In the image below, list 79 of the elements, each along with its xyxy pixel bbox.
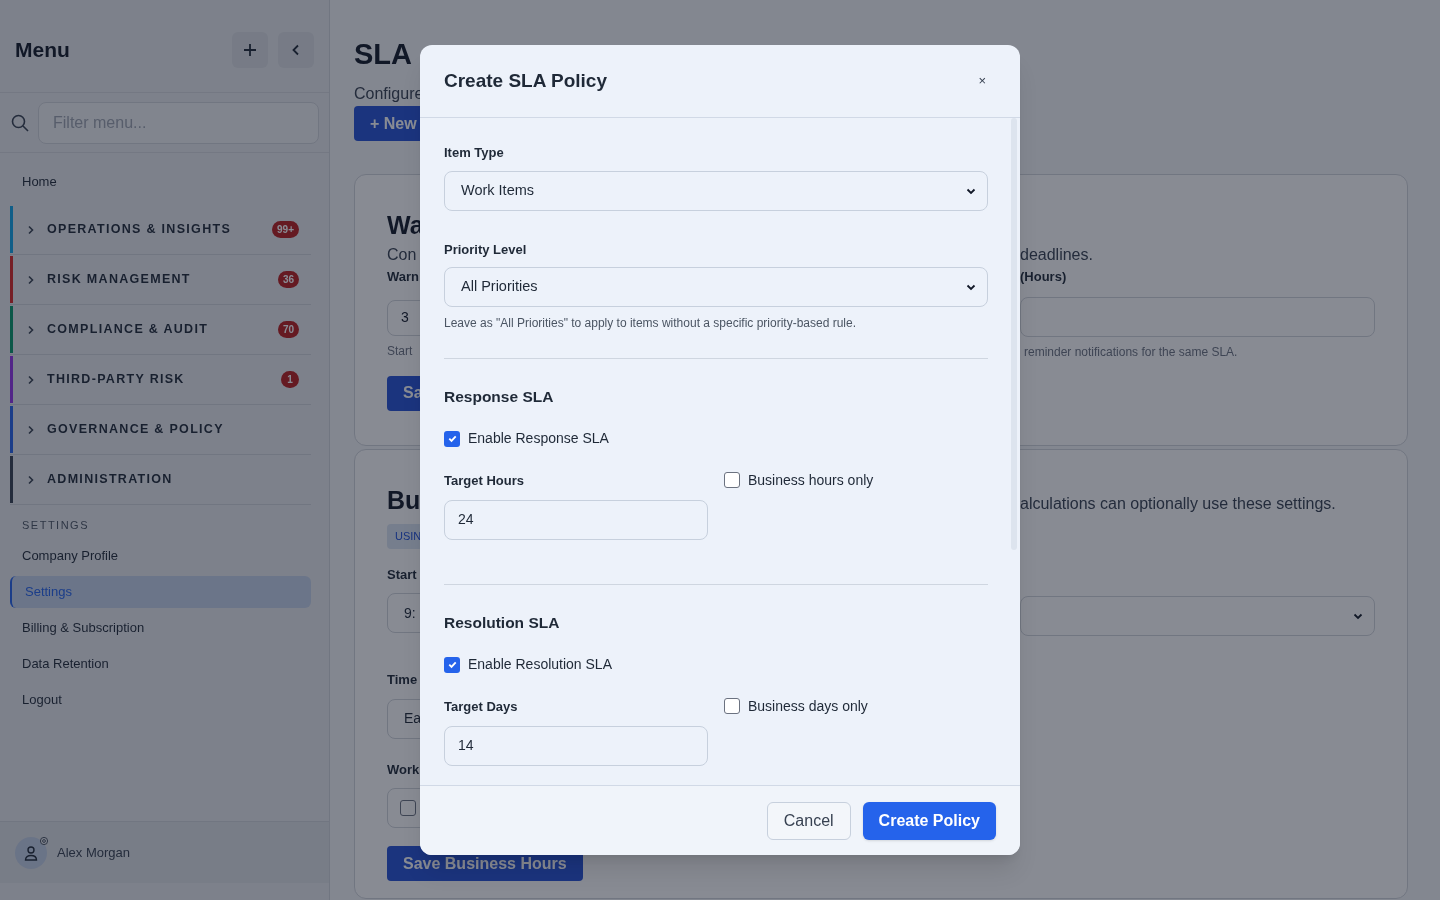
menu-item[interactable]: Settings [10, 575, 311, 608]
checkbox[interactable] [724, 698, 740, 714]
menu-group[interactable]: RISK MANAGEMENT 36 [10, 255, 311, 305]
menu-item[interactable]: Company Profile [10, 539, 311, 572]
section-heading: Resolution SLA [444, 612, 561, 633]
sidebar-title: Menu [15, 37, 70, 64]
chevron-right-icon [27, 474, 35, 485]
section-heading: SETTINGS [21, 518, 90, 533]
select-field[interactable]: Work Items [444, 170, 988, 211]
field-label: (Hours) [1020, 268, 1068, 286]
field-label: Item Type [444, 144, 505, 162]
group-label: OPERATIONS & INSIGHTS [47, 221, 233, 239]
card-description: Con [387, 245, 417, 265]
select-field[interactable] [1020, 596, 1375, 636]
field-label: Work [387, 760, 421, 779]
checkbox[interactable] [444, 430, 460, 447]
group-label: COMPLIANCE & AUDIT [47, 321, 210, 339]
menu-item[interactable]: Billing & Subscription [10, 611, 311, 644]
field-label: Target Days [444, 698, 519, 716]
field-label: Time [387, 671, 419, 689]
menu-item[interactable]: Data Retention [10, 647, 311, 680]
checkbox-label: Enable Resolution SLA [468, 655, 612, 674]
help-text: Start [387, 342, 414, 360]
chevron-right-icon [27, 324, 35, 335]
chevron-right-icon [27, 274, 35, 285]
checkbox[interactable] [724, 472, 740, 489]
page-subtitle: Configure [354, 84, 424, 104]
checkbox[interactable] [444, 656, 460, 673]
page-title: SLA [354, 37, 413, 72]
count-badge: 36 [277, 271, 299, 288]
field-label: Priority Level [444, 240, 528, 259]
count-badge: 70 [277, 321, 299, 338]
search-icon [11, 113, 29, 132]
menu-group[interactable]: COMPLIANCE & AUDIT 70 [10, 305, 311, 355]
gear-icon [39, 835, 49, 846]
count-badge: 99+ [272, 221, 299, 238]
card-description: alculations can optionally use these settings. [1020, 494, 1337, 514]
field-label: Warn [387, 268, 420, 286]
menu-item[interactable]: Logout [10, 683, 311, 716]
chevron-right-icon [27, 374, 35, 385]
close-button[interactable]: × [978, 71, 986, 91]
modal-title: Create SLA Policy [444, 68, 607, 93]
checkbox-label: Business hours only [748, 472, 874, 489]
checkbox-label: Enable Response SLA [468, 429, 609, 449]
group-label: THIRD-PARTY RISK [47, 371, 186, 389]
field-label: Target Hours [444, 472, 525, 491]
menu-group[interactable]: ADMINISTRATION [10, 455, 311, 505]
menu-group[interactable]: GOVERNANCE & POLICY [10, 405, 311, 455]
check-icon [446, 433, 458, 445]
chevron-right-icon [27, 224, 35, 235]
create-policy-button[interactable]: Create Policy [862, 801, 996, 840]
card-heading: Bu [387, 485, 422, 516]
user-name: Alex Morgan [57, 843, 130, 862]
number-field[interactable] [1020, 296, 1375, 337]
field-label: Start [387, 565, 418, 584]
plus-icon [243, 43, 257, 57]
cancel-button[interactable]: Cancel [766, 801, 851, 840]
number-field[interactable]: 14 [444, 725, 708, 766]
help-text: reminder notifications for the same SLA. [1023, 343, 1239, 361]
chevron-left-icon [291, 44, 301, 56]
person-icon [23, 844, 39, 861]
group-label: ADMINISTRATION [47, 471, 174, 489]
group-label: RISK MANAGEMENT [47, 271, 192, 289]
check-icon [446, 659, 458, 670]
menu-group[interactable]: THIRD-PARTY RISK 1 [10, 355, 311, 405]
select-field[interactable]: All Priorities [444, 267, 988, 307]
card-description: deadlines. [1020, 245, 1094, 265]
chevron-right-icon [27, 424, 35, 435]
number-field[interactable]: 24 [444, 499, 708, 540]
add-button[interactable] [232, 32, 268, 68]
count-badge: 1 [281, 371, 299, 388]
group-label: GOVERNANCE & POLICY [47, 421, 225, 439]
user-avatar[interactable] [15, 836, 47, 869]
help-text: Leave as "All Priorities" to apply to items without a specific priority-based rule. [444, 315, 858, 332]
section-heading: Response SLA [444, 387, 555, 407]
checkbox[interactable] [400, 800, 416, 816]
checkbox-label: Business days only [748, 698, 868, 714]
menu-group[interactable]: OPERATIONS & INSIGHTS 99+ [10, 205, 311, 255]
menu-item[interactable]: Home [10, 172, 311, 190]
